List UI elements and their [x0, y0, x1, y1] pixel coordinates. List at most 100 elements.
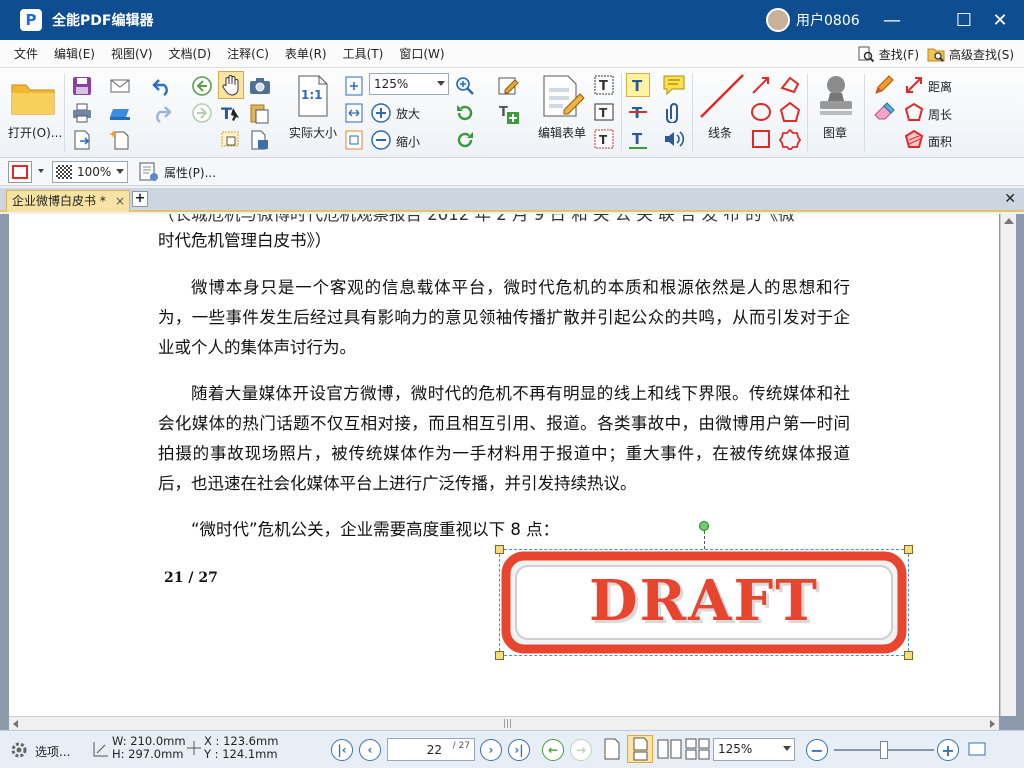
page-number-input[interactable]: 22 / 27	[387, 738, 475, 761]
open-label[interactable]: 打开(O)...	[8, 124, 62, 141]
fit-width-icon[interactable]	[343, 101, 365, 125]
close-panel-button[interactable]: ✕	[1004, 191, 1016, 207]
actual-size-label[interactable]: 实际大小	[289, 124, 337, 141]
redo-icon[interactable]	[150, 101, 174, 125]
horizontal-scrollbar[interactable]: |||	[9, 716, 999, 730]
underline-icon[interactable]: T	[626, 127, 650, 151]
single-page-icon[interactable]	[603, 738, 621, 763]
resize-handle-top-right[interactable]	[904, 545, 913, 554]
arrow-tool-icon[interactable]	[749, 73, 773, 97]
scroll-up-icon[interactable]	[1004, 218, 1014, 224]
actual-size-icon[interactable]: 1:1	[292, 73, 334, 119]
zoom-in-icon[interactable]	[369, 101, 393, 125]
zoom-select[interactable]: 125%	[369, 73, 449, 95]
next-page-button[interactable]: ›	[480, 739, 502, 761]
open-folder-icon[interactable]	[8, 76, 58, 118]
last-page-button[interactable]: ›|	[508, 739, 530, 761]
export-icon[interactable]	[70, 128, 94, 152]
rotate-left-icon[interactable]	[453, 101, 477, 125]
menu-view[interactable]: 视图(V)	[103, 40, 161, 68]
callout-icon[interactable]: T	[592, 127, 616, 151]
new-document-icon[interactable]	[108, 128, 134, 152]
menu-comment[interactable]: 注释(C)	[219, 40, 277, 68]
zoom-out-label[interactable]: 缩小	[396, 133, 420, 150]
line-label[interactable]: 线条	[708, 124, 732, 141]
edit-form-icon[interactable]	[537, 73, 587, 119]
edit-content-icon[interactable]	[496, 73, 522, 99]
line-tool-icon[interactable]	[698, 72, 746, 120]
zoom-slider-thumb[interactable]	[880, 741, 888, 759]
add-tab-button[interactable]: +	[132, 191, 148, 207]
options-button[interactable]: 选项...	[8, 739, 70, 764]
properties-button[interactable]: 属性(P)...	[138, 161, 216, 183]
pencil-icon[interactable]	[872, 73, 896, 97]
tab-document[interactable]: 企业微博白皮书 * ×	[6, 190, 130, 212]
zoom-in-label[interactable]: 放大	[396, 105, 420, 122]
rotate-right-icon[interactable]	[453, 128, 477, 152]
zoom-out-icon[interactable]	[369, 128, 393, 152]
resize-handle-bottom-right[interactable]	[904, 651, 913, 660]
menu-window[interactable]: 窗口(W)	[391, 40, 452, 68]
menu-tools[interactable]: 工具(T)	[335, 40, 392, 68]
text-box-icon[interactable]: T	[592, 100, 616, 124]
snapshot-icon[interactable]	[218, 128, 244, 152]
magnifier-icon[interactable]	[453, 74, 477, 98]
prev-view-button[interactable]: ←	[542, 739, 564, 761]
zoom-in-button[interactable]: +	[937, 739, 959, 761]
cloud-tool-icon[interactable]	[778, 127, 802, 151]
avatar[interactable]	[766, 8, 790, 32]
sound-icon[interactable]	[661, 127, 687, 151]
continuous-facing-icon[interactable]	[685, 738, 711, 763]
area-label[interactable]: 面积	[928, 133, 952, 150]
eraser-icon[interactable]	[872, 100, 896, 124]
border-color-button[interactable]	[8, 161, 32, 183]
attachment-icon[interactable]	[661, 100, 687, 124]
select-text-icon[interactable]: T	[218, 101, 244, 125]
resize-handle-bottom-left[interactable]	[495, 651, 504, 660]
scan-icon[interactable]	[108, 101, 134, 125]
zoom-select[interactable]: 125%	[713, 738, 795, 761]
distance-icon[interactable]	[902, 73, 926, 97]
rotate-handle[interactable]	[699, 521, 709, 531]
paste-icon[interactable]	[247, 101, 273, 125]
menu-file[interactable]: 文件	[6, 40, 46, 68]
facing-pages-icon[interactable]	[657, 738, 683, 763]
save-icon[interactable]	[70, 74, 94, 98]
find-button[interactable]: 查找(F)	[857, 45, 919, 63]
print-icon[interactable]	[70, 101, 94, 125]
ellipse-tool-icon[interactable]	[749, 100, 773, 124]
edit-form-label[interactable]: 编辑表单	[538, 124, 586, 141]
first-page-button[interactable]: |‹	[331, 739, 353, 761]
menu-document[interactable]: 文档(D)	[161, 40, 220, 68]
fullscreen-icon[interactable]	[968, 741, 986, 760]
polygon-tool-icon[interactable]	[778, 100, 802, 124]
stamp-tool-icon[interactable]	[814, 72, 858, 120]
chevron-down-icon[interactable]	[38, 169, 44, 173]
prev-page-button[interactable]: ‹	[359, 739, 381, 761]
maximize-button[interactable]: ☐	[952, 8, 976, 32]
perimeter-icon[interactable]	[902, 100, 926, 124]
fit-visible-icon[interactable]	[343, 128, 365, 152]
email-icon[interactable]	[108, 74, 134, 98]
undo-icon[interactable]	[150, 74, 174, 98]
draft-stamp[interactable]: DRAFT	[499, 549, 909, 656]
close-icon[interactable]: ×	[115, 191, 125, 211]
opacity-select[interactable]: 100%	[52, 161, 128, 183]
zoom-out-button[interactable]: −	[806, 739, 828, 761]
text-field-icon[interactable]: T	[592, 73, 616, 97]
add-text-icon[interactable]: T	[496, 101, 522, 127]
next-view-button[interactable]: →	[570, 739, 592, 761]
continuous-page-icon[interactable]	[627, 735, 653, 763]
distance-label[interactable]: 距离	[928, 78, 952, 95]
user-name[interactable]: 用户0806	[796, 10, 860, 30]
area-icon[interactable]	[902, 127, 926, 151]
vertical-scrollbar[interactable]	[1000, 214, 1016, 716]
hand-tool-icon[interactable]	[218, 71, 244, 99]
forward-icon[interactable]	[190, 101, 214, 125]
advanced-find-button[interactable]: 高级查找(S)	[927, 45, 1014, 63]
highlight-icon[interactable]: T	[626, 73, 650, 97]
scroll-right-icon[interactable]	[990, 720, 995, 728]
strikeout-icon[interactable]: T	[626, 100, 650, 124]
polyline-tool-icon[interactable]	[778, 73, 802, 97]
find-replace-icon[interactable]	[247, 128, 273, 152]
